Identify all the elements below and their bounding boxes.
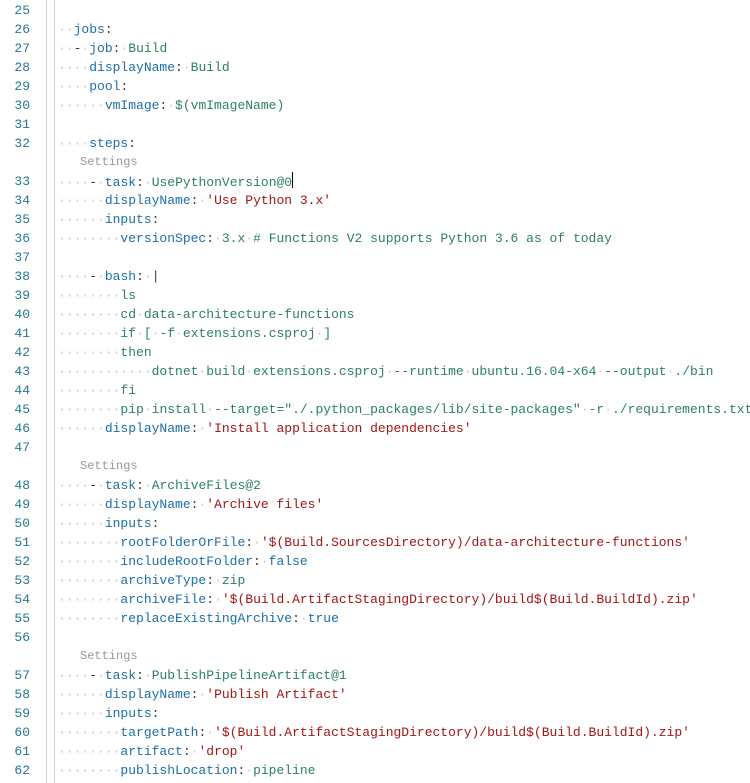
line-number: 50 xyxy=(0,514,30,533)
code-line[interactable]: ········ls xyxy=(58,286,750,305)
indent-rulers xyxy=(44,0,56,783)
line-number: 30 xyxy=(0,96,30,115)
line-number: 43 xyxy=(0,362,30,381)
code-line[interactable]: ····-·task:·ArchiveFiles@2 xyxy=(58,476,750,495)
line-number: 44 xyxy=(0,381,30,400)
line-number: 34 xyxy=(0,191,30,210)
line-number: 54 xyxy=(0,590,30,609)
line-number: 59 xyxy=(0,704,30,723)
code-line[interactable]: ········replaceExistingArchive:·true xyxy=(58,609,750,628)
line-number: 57 xyxy=(0,666,30,685)
code-line[interactable]: ····pool: xyxy=(58,77,750,96)
line-number: 32 xyxy=(0,134,30,153)
code-line[interactable]: ····-·task:·UsePythonVersion@0 xyxy=(58,172,750,191)
line-number: 47 xyxy=(0,438,30,457)
line-number: 41 xyxy=(0,324,30,343)
line-number: 33 xyxy=(0,172,30,191)
line-number: 48 xyxy=(0,476,30,495)
line-number: 29 xyxy=(0,77,30,96)
code-line[interactable]: ······displayName:·'Archive files' xyxy=(58,495,750,514)
code-lens-settings[interactable]: Settings xyxy=(58,153,750,172)
code-line[interactable]: ······displayName:·'Publish Artifact' xyxy=(58,685,750,704)
line-number: 60 xyxy=(0,723,30,742)
line-number: 35 xyxy=(0,210,30,229)
code-line[interactable]: ······displayName:·'Install application … xyxy=(58,419,750,438)
line-number: 45 xyxy=(0,400,30,419)
line-number: 55 xyxy=(0,609,30,628)
line-number: 36 xyxy=(0,229,30,248)
code-line[interactable]: ········then xyxy=(58,343,750,362)
code-line[interactable]: ········fi xyxy=(58,381,750,400)
line-number: 61 xyxy=(0,742,30,761)
line-number xyxy=(0,457,30,476)
line-number: 37 xyxy=(0,248,30,267)
code-line[interactable]: ········includeRootFolder:·false xyxy=(58,552,750,571)
line-number: 52 xyxy=(0,552,30,571)
line-number: 28 xyxy=(0,58,30,77)
code-line[interactable]: ······vmImage:·$(vmImageName) xyxy=(58,96,750,115)
line-number-gutter: 2526272829303132 333435363738394041424344… xyxy=(0,0,44,783)
line-number: 25 xyxy=(0,1,30,20)
code-line[interactable]: ············dotnet·build·extensions.cspr… xyxy=(58,362,750,381)
code-line[interactable]: ····displayName:·Build xyxy=(58,58,750,77)
line-number: 58 xyxy=(0,685,30,704)
text-cursor xyxy=(292,172,293,188)
code-line[interactable]: ······displayName:·'Use Python 3.x' xyxy=(58,191,750,210)
code-line[interactable]: ····-·bash:·| xyxy=(58,267,750,286)
line-number: 49 xyxy=(0,495,30,514)
code-line[interactable]: ······inputs: xyxy=(58,704,750,723)
code-content[interactable]: ··jobs:··-·job:·Build····displayName:·Bu… xyxy=(56,0,750,783)
line-number: 39 xyxy=(0,286,30,305)
line-number: 46 xyxy=(0,419,30,438)
code-line[interactable]: ········publishLocation:·pipeline xyxy=(58,761,750,780)
code-line[interactable]: ········targetPath:·'$(Build.ArtifactSta… xyxy=(58,723,750,742)
line-number: 27 xyxy=(0,39,30,58)
line-number xyxy=(0,153,30,172)
code-line[interactable]: ··jobs: xyxy=(58,20,750,39)
code-line[interactable]: ··-·job:·Build xyxy=(58,39,750,58)
code-line[interactable]: ········pip·install·--target="./.python_… xyxy=(58,400,750,419)
line-number: 53 xyxy=(0,571,30,590)
code-line[interactable]: ······inputs: xyxy=(58,210,750,229)
line-number xyxy=(0,647,30,666)
line-number: 38 xyxy=(0,267,30,286)
line-number: 42 xyxy=(0,343,30,362)
code-line[interactable]: ········versionSpec:·3.x·# Functions V2 … xyxy=(58,229,750,248)
line-number: 56 xyxy=(0,628,30,647)
code-line[interactable]: ······inputs: xyxy=(58,514,750,533)
line-number: 51 xyxy=(0,533,30,552)
code-line[interactable]: ········cd·data-architecture-functions xyxy=(58,305,750,324)
code-lens-settings[interactable]: Settings xyxy=(58,647,750,666)
code-lens-settings[interactable]: Settings xyxy=(58,457,750,476)
code-line[interactable]: ········archiveFile:·'$(Build.ArtifactSt… xyxy=(58,590,750,609)
code-line[interactable]: ········rootFolderOrFile:·'$(Build.Sourc… xyxy=(58,533,750,552)
code-line[interactable]: ····steps: xyxy=(58,134,750,153)
code-line[interactable]: ········artifact:·'drop' xyxy=(58,742,750,761)
code-line[interactable]: ····-·task:·PublishPipelineArtifact@1 xyxy=(58,666,750,685)
line-number: 31 xyxy=(0,115,30,134)
line-number: 26 xyxy=(0,20,30,39)
line-number: 62 xyxy=(0,761,30,780)
code-line[interactable]: ········if·[·-f·extensions.csproj·] xyxy=(58,324,750,343)
code-editor[interactable]: 2526272829303132 333435363738394041424344… xyxy=(0,0,750,783)
code-line[interactable]: ········archiveType:·zip xyxy=(58,571,750,590)
line-number: 40 xyxy=(0,305,30,324)
